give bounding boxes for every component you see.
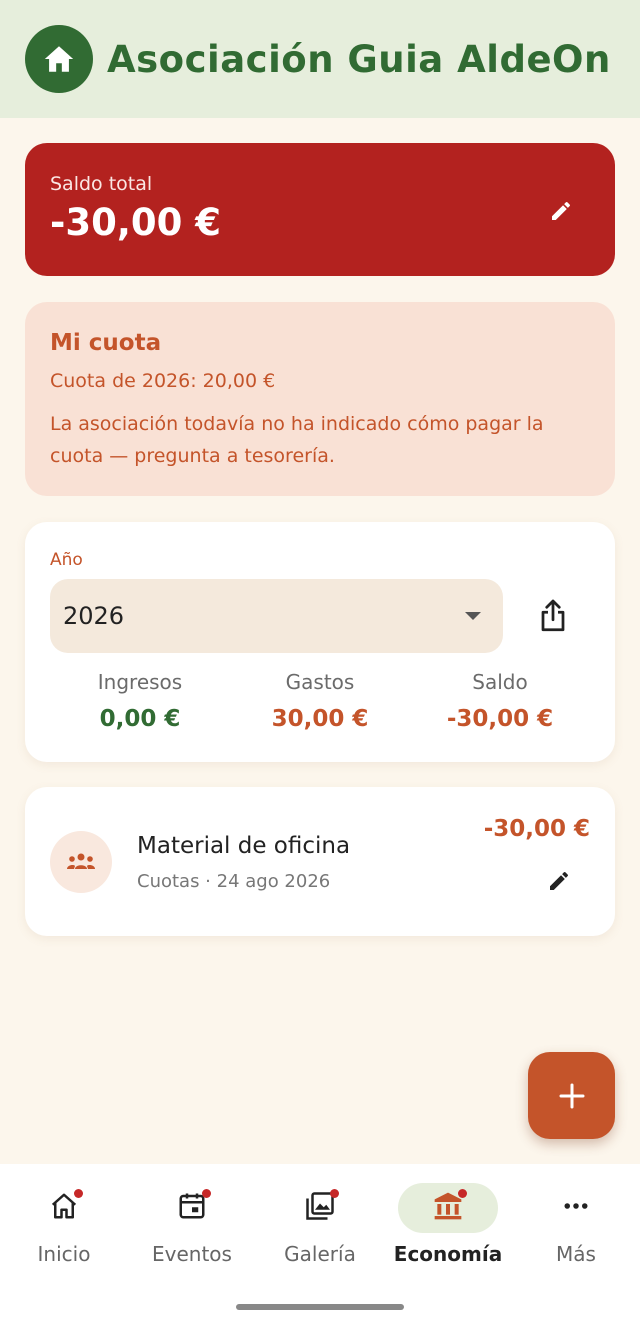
transaction-title: Material de oficina <box>137 833 351 859</box>
transaction-subtitle: Cuotas · 24 ago 2026 <box>137 871 331 892</box>
balance-value: -30,00 € <box>50 201 222 244</box>
quota-amount: Cuota de 2026: 20,00 € <box>50 370 276 392</box>
add-transaction-button[interactable] <box>528 1052 615 1139</box>
nav-item-inicio[interactable]: Inicio <box>0 1164 128 1284</box>
edit-balance-icon[interactable] <box>547 197 575 225</box>
app-title: Asociación Guia AldeOn <box>107 37 611 81</box>
dropdown-arrow-icon <box>465 612 481 620</box>
stat-value: -30,00 € <box>446 706 554 732</box>
nav-label: Economía <box>393 1242 503 1266</box>
nav-label: Galería <box>284 1242 356 1266</box>
stat-label: Ingresos <box>97 670 183 694</box>
year-label: Año <box>50 550 83 570</box>
stat-ingresos: Ingresos 0,00 € <box>50 670 230 732</box>
year-select[interactable]: 2026 <box>50 579 503 653</box>
stat-label: Gastos <box>285 670 355 694</box>
nav-label: Inicio <box>37 1242 91 1266</box>
notification-dot <box>458 1189 467 1198</box>
nav-label: Eventos <box>152 1242 232 1266</box>
stat-value: 0,00 € <box>99 706 181 732</box>
notification-dot <box>330 1189 339 1198</box>
transaction-amount: -30,00 € <box>483 816 590 842</box>
nav-item-mas[interactable]: Más <box>512 1164 640 1284</box>
share-icon[interactable] <box>535 596 571 636</box>
bottom-nav: Inicio Eventos Galería Economía Más <box>0 1164 640 1326</box>
quota-card: Mi cuota Cuota de 2026: 20,00 € La asoci… <box>25 302 615 496</box>
app-header: Asociación Guia AldeOn <box>0 0 640 118</box>
balance-card: Saldo total -30,00 € <box>25 143 615 276</box>
notification-dot <box>74 1189 83 1198</box>
quota-title: Mi cuota <box>50 330 162 356</box>
group-icon <box>50 831 112 893</box>
edit-transaction-icon[interactable] <box>545 867 573 895</box>
stat-gastos: Gastos 30,00 € <box>230 670 410 732</box>
nav-item-galeria[interactable]: Galería <box>256 1164 384 1284</box>
transaction-card[interactable]: Material de oficina Cuotas · 24 ago 2026… <box>25 787 615 936</box>
nav-item-eventos[interactable]: Eventos <box>128 1164 256 1284</box>
home-indicator[interactable] <box>236 1304 404 1310</box>
stat-value: 30,00 € <box>271 706 369 732</box>
stat-label: Saldo <box>472 670 528 694</box>
year-select-value: 2026 <box>63 602 125 630</box>
plus-icon <box>559 1083 584 1108</box>
more-icon <box>560 1190 592 1222</box>
nav-item-economia[interactable]: Economía <box>384 1164 512 1284</box>
stat-saldo: Saldo -30,00 € <box>410 670 590 732</box>
year-summary-card: Año 2026 Ingresos 0,00 € Gastos 30,00 € … <box>25 522 615 762</box>
quota-note: La asociación todavía no ha indicado cóm… <box>50 413 544 467</box>
notification-dot <box>202 1189 211 1198</box>
balance-label: Saldo total <box>50 173 153 195</box>
nav-label: Más <box>556 1242 596 1266</box>
house-icon <box>25 25 93 93</box>
